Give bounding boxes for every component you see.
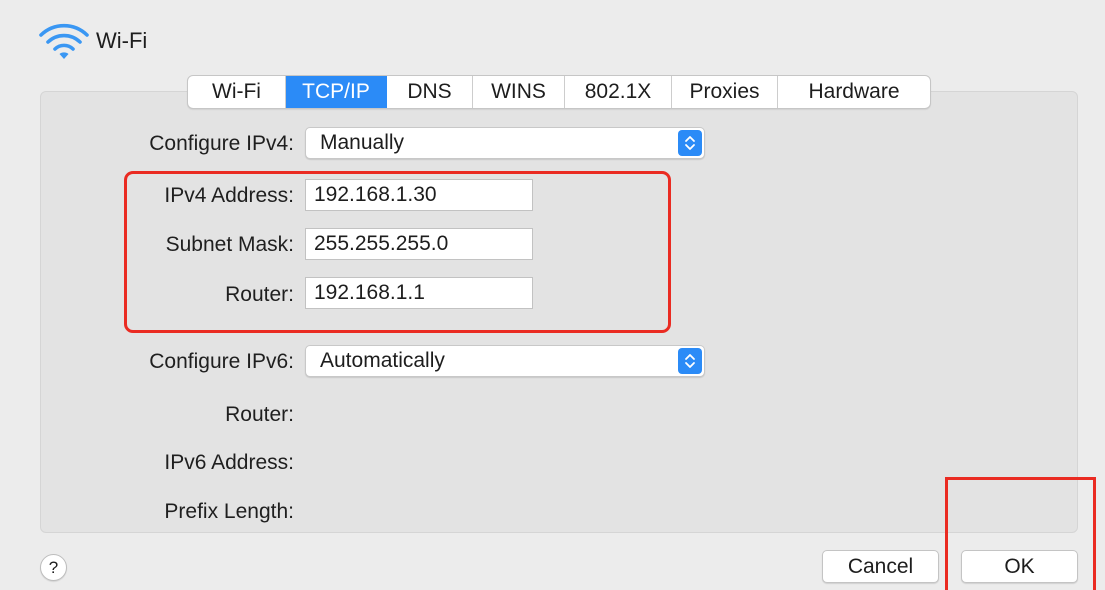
- window-header: Wi-Fi: [36, 18, 147, 62]
- tab-proxies[interactable]: Proxies: [672, 76, 778, 108]
- ok-highlight-annotation: [945, 477, 1096, 590]
- tab-dns[interactable]: DNS: [387, 76, 473, 108]
- tab-8021x[interactable]: 802.1X: [565, 76, 672, 108]
- tab-bar: Wi-Fi TCP/IP DNS WINS 802.1X Proxies Har…: [187, 75, 931, 109]
- configure-ipv6-label: Configure IPv6:: [149, 350, 294, 373]
- configure-ipv6-select[interactable]: Automatically: [305, 345, 705, 377]
- prefix-length-label: Prefix Length:: [164, 500, 294, 523]
- tab-wins[interactable]: WINS: [473, 76, 565, 108]
- configure-ipv4-value: Manually: [320, 131, 405, 154]
- ipv6-address-label: IPv6 Address:: [164, 451, 294, 474]
- configure-ipv4-label: Configure IPv4:: [149, 132, 294, 155]
- window-title: Wi-Fi: [96, 28, 148, 53]
- tab-tcpip[interactable]: TCP/IP: [286, 76, 387, 108]
- cancel-button[interactable]: Cancel: [822, 550, 939, 583]
- tab-wifi[interactable]: Wi-Fi: [188, 76, 286, 108]
- tab-hardware[interactable]: Hardware: [778, 76, 930, 108]
- configure-ipv4-select[interactable]: Manually: [305, 127, 705, 159]
- ipv6-router-label: Router:: [225, 403, 294, 426]
- configure-ipv6-value: Automatically: [320, 349, 445, 372]
- chevron-updown-icon: [678, 348, 702, 374]
- help-button[interactable]: ?: [40, 554, 67, 581]
- ipv4-highlight-annotation: [124, 171, 671, 333]
- chevron-updown-icon: [678, 130, 702, 156]
- wifi-icon: [39, 23, 89, 59]
